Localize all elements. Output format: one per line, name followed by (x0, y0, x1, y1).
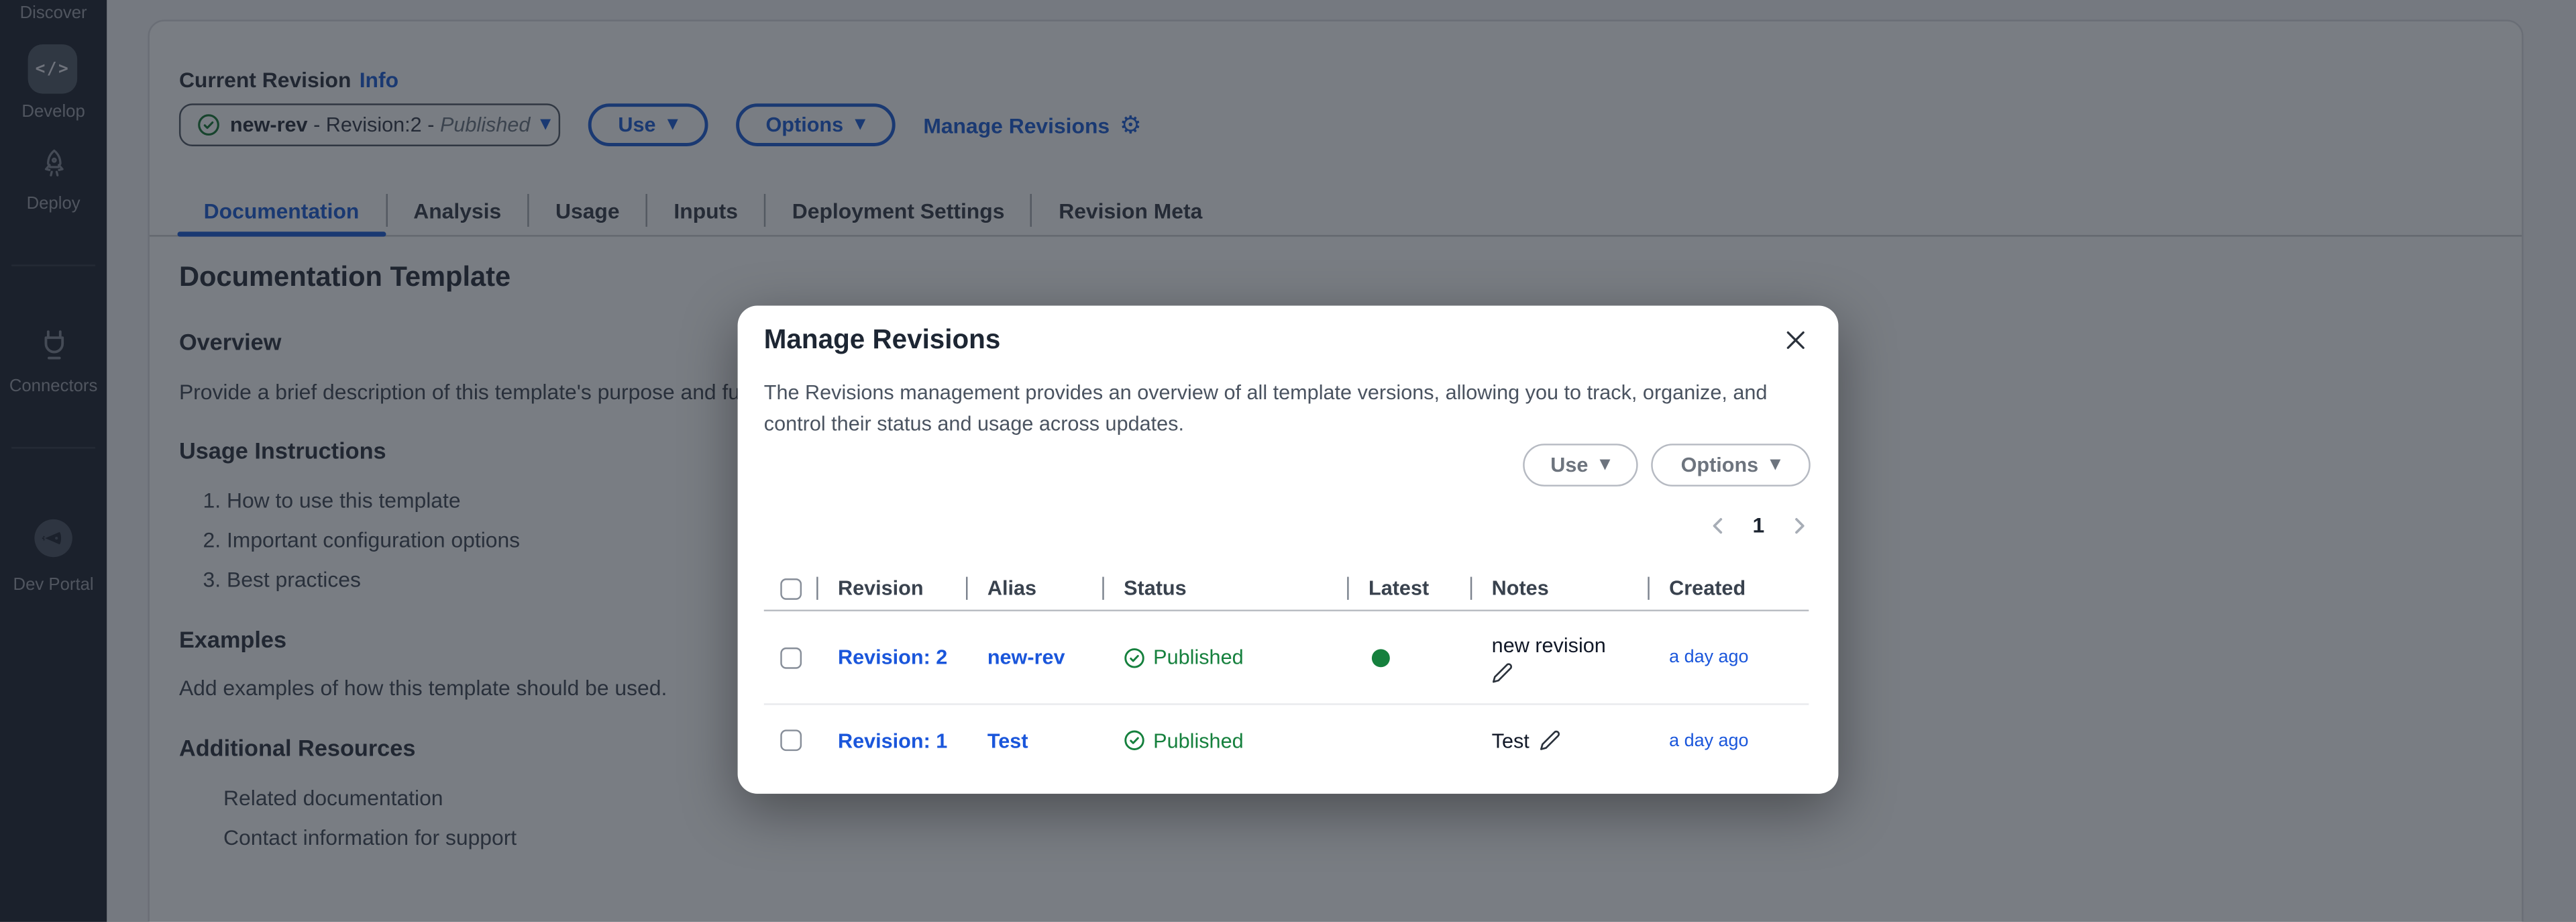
status-badge: Published (1102, 729, 1347, 752)
chevron-down-icon: ▼ (1600, 457, 1611, 473)
modal-actions: Use ▼ Options ▼ (1523, 444, 1811, 486)
modal-description: The Revisions management provides an ove… (764, 378, 1806, 442)
alias-link[interactable]: new-rev (966, 646, 1102, 668)
created-link[interactable]: a day ago (1648, 648, 1809, 667)
pagination: 1 (1708, 513, 1809, 537)
row-checkbox[interactable] (780, 729, 802, 751)
notes-cell: Test (1470, 729, 1648, 752)
row-checkbox[interactable] (780, 647, 802, 668)
modal-use-button[interactable]: Use ▼ (1523, 444, 1638, 486)
chevron-down-icon: ▼ (1770, 457, 1780, 473)
column-header-status: Status (1102, 575, 1347, 601)
latest-indicator-dot (1372, 648, 1390, 666)
column-header-latest: Latest (1347, 575, 1470, 601)
modal-options-button[interactable]: Options ▼ (1651, 444, 1811, 486)
column-header-revision: Revision (816, 575, 966, 601)
revision-link[interactable]: Revision: 2 (816, 646, 966, 668)
created-link[interactable]: a day ago (1648, 731, 1809, 750)
check-circle-icon (1124, 729, 1145, 751)
check-circle-icon (1124, 647, 1145, 668)
manage-revisions-modal: Manage Revisions The Revisions managemen… (738, 306, 1839, 794)
close-icon[interactable] (1782, 327, 1809, 353)
notes-cell: new revision (1470, 631, 1648, 683)
edit-pencil-icon[interactable] (1492, 662, 1513, 684)
alias-link[interactable]: Test (966, 729, 1102, 752)
modal-title: Manage Revisions (764, 325, 1001, 357)
revisions-table: Revision Alias Status Latest Notes Creat… (764, 567, 1809, 776)
table-header-row: Revision Alias Status Latest Notes Creat… (764, 567, 1809, 611)
chevron-left-icon[interactable] (1708, 515, 1727, 535)
table-row: Revision: 2 new-rev Published new revisi… (764, 611, 1809, 705)
page-number: 1 (1752, 513, 1764, 537)
chevron-right-icon[interactable] (1789, 515, 1809, 535)
column-header-created: Created (1648, 575, 1809, 601)
table-row: Revision: 1 Test Published Test (764, 705, 1809, 776)
column-header-alias: Alias (966, 575, 1102, 601)
app-viewport: Discover </> Develop Deploy Connectors (0, 0, 2576, 922)
edit-pencil-icon[interactable] (1540, 729, 1561, 751)
column-header-notes: Notes (1470, 575, 1648, 601)
select-all-checkbox[interactable] (780, 578, 802, 599)
revision-link[interactable]: Revision: 1 (816, 729, 966, 752)
status-badge: Published (1102, 646, 1347, 668)
